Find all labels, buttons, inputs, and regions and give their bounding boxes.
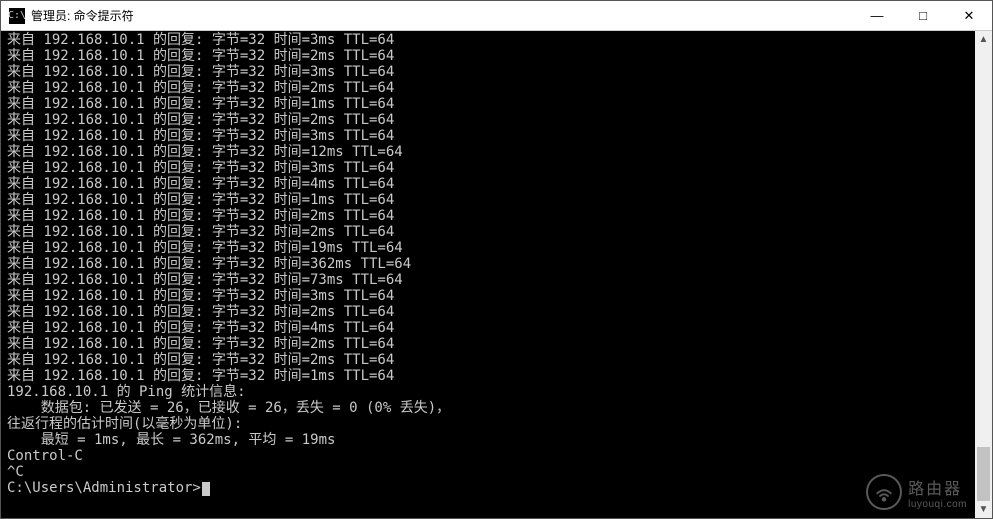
terminal-line: 来自 192.168.10.1 的回复: 字节=32 时间=2ms TTL=64: [7, 208, 975, 224]
terminal-line: 来自 192.168.10.1 的回复: 字节=32 时间=3ms TTL=64: [7, 160, 975, 176]
terminal-line: 来自 192.168.10.1 的回复: 字节=32 时间=2ms TTL=64: [7, 224, 975, 240]
terminal-line: 来自 192.168.10.1 的回复: 字节=32 时间=2ms TTL=64: [7, 112, 975, 128]
terminal-line: 来自 192.168.10.1 的回复: 字节=32 时间=2ms TTL=64: [7, 80, 975, 96]
terminal-line: 来自 192.168.10.1 的回复: 字节=32 时间=3ms TTL=64: [7, 288, 975, 304]
terminal-line: 数据包: 已发送 = 26，已接收 = 26，丢失 = 0 (0% 丢失)，: [7, 400, 975, 416]
console-window: C:\ 管理员: 命令提示符 — □ ✕ 来自 192.168.10.1 的回复…: [0, 0, 993, 519]
scroll-up-button[interactable]: ▲: [975, 31, 992, 48]
terminal-line: 来自 192.168.10.1 的回复: 字节=32 时间=1ms TTL=64: [7, 192, 975, 208]
cursor: [202, 482, 210, 496]
client-area: 来自 192.168.10.1 的回复: 字节=32 时间=3ms TTL=64…: [1, 31, 992, 518]
terminal-line: 来自 192.168.10.1 的回复: 字节=32 时间=1ms TTL=64: [7, 96, 975, 112]
maximize-button[interactable]: □: [900, 1, 946, 30]
terminal-line: 最短 = 1ms, 最长 = 362ms, 平均 = 19ms: [7, 432, 975, 448]
terminal-line: 来自 192.168.10.1 的回复: 字节=32 时间=2ms TTL=64: [7, 336, 975, 352]
terminal-line: 来自 192.168.10.1 的回复: 字节=32 时间=2ms TTL=64: [7, 48, 975, 64]
terminal-line: 来自 192.168.10.1 的回复: 字节=32 时间=73ms TTL=6…: [7, 272, 975, 288]
window-title: 管理员: 命令提示符: [31, 7, 854, 24]
terminal-line: 来自 192.168.10.1 的回复: 字节=32 时间=4ms TTL=64: [7, 176, 975, 192]
minimize-button[interactable]: —: [854, 1, 900, 30]
terminal-line: 来自 192.168.10.1 的回复: 字节=32 时间=3ms TTL=64: [7, 32, 975, 48]
terminal-line: 来自 192.168.10.1 的回复: 字节=32 时间=2ms TTL=64: [7, 304, 975, 320]
prompt-line[interactable]: C:\Users\Administrator>: [7, 480, 975, 496]
terminal-line: ^C: [7, 464, 975, 480]
scroll-down-button[interactable]: ▼: [975, 501, 992, 518]
terminal-line: 来自 192.168.10.1 的回复: 字节=32 时间=12ms TTL=6…: [7, 144, 975, 160]
terminal-output[interactable]: 来自 192.168.10.1 的回复: 字节=32 时间=3ms TTL=64…: [1, 31, 975, 518]
titlebar[interactable]: C:\ 管理员: 命令提示符 — □ ✕: [1, 1, 992, 31]
vertical-scrollbar[interactable]: ▲ ▼: [975, 31, 992, 518]
terminal-line: 来自 192.168.10.1 的回复: 字节=32 时间=3ms TTL=64: [7, 64, 975, 80]
terminal-line: 来自 192.168.10.1 的回复: 字节=32 时间=1ms TTL=64: [7, 368, 975, 384]
terminal-line: Control-C: [7, 448, 975, 464]
terminal-line: 往返行程的估计时间(以毫秒为单位):: [7, 416, 975, 432]
terminal-line: 来自 192.168.10.1 的回复: 字节=32 时间=19ms TTL=6…: [7, 240, 975, 256]
terminal-line: 来自 192.168.10.1 的回复: 字节=32 时间=362ms TTL=…: [7, 256, 975, 272]
window-buttons: — □ ✕: [854, 1, 992, 30]
terminal-line: 来自 192.168.10.1 的回复: 字节=32 时间=3ms TTL=64: [7, 128, 975, 144]
scroll-track[interactable]: [975, 48, 992, 501]
terminal-line: 192.168.10.1 的 Ping 统计信息:: [7, 384, 975, 400]
cmd-icon: C:\: [9, 8, 25, 24]
close-button[interactable]: ✕: [946, 1, 992, 30]
terminal-line: 来自 192.168.10.1 的回复: 字节=32 时间=2ms TTL=64: [7, 352, 975, 368]
terminal-line: 来自 192.168.10.1 的回复: 字节=32 时间=4ms TTL=64: [7, 320, 975, 336]
scroll-thumb[interactable]: [977, 447, 990, 501]
